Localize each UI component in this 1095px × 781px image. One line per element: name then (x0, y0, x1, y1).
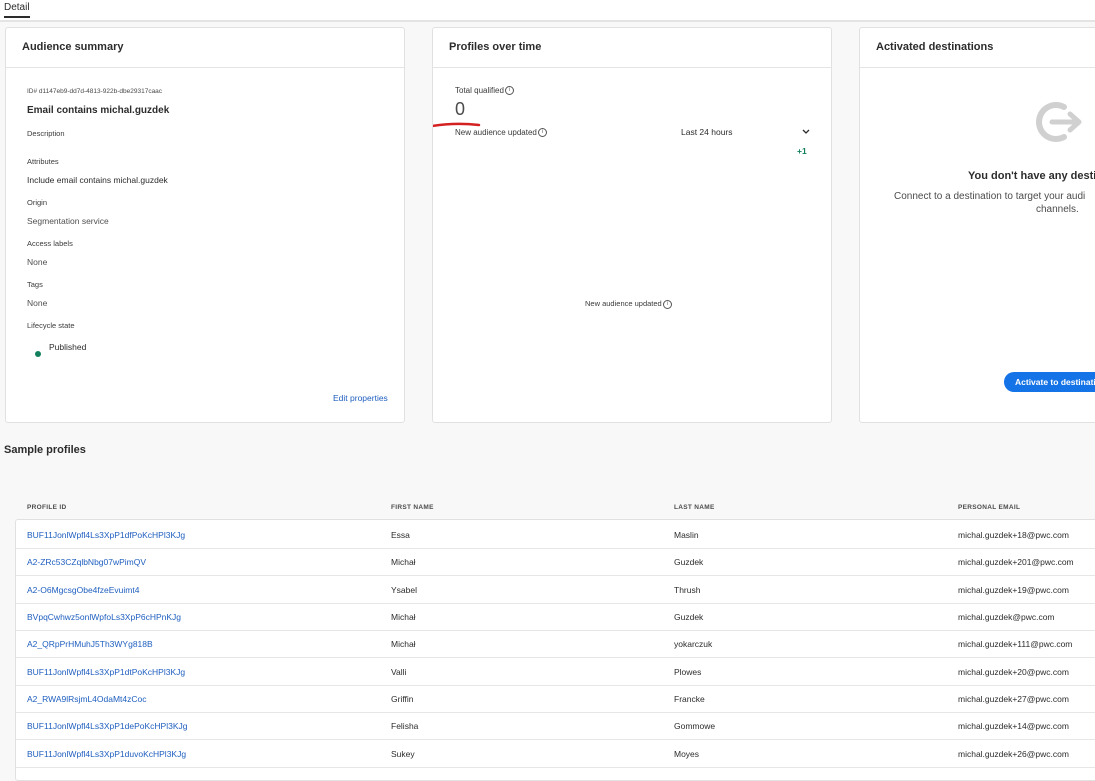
attributes-value: Include email contains michal.guzdek (27, 175, 168, 185)
email-cell: michal.guzdek+26@pwc.com (958, 749, 1069, 759)
email-cell: michal.guzdek+201@pwc.com (958, 557, 1074, 567)
activated-destinations-card: Activated destinations You don't have an… (859, 27, 1095, 423)
table-row: BUF11JonlWpfl4Ls3XpP1dfPoKcHPl3KJg Essa … (16, 521, 1095, 549)
tags-label: Tags (27, 280, 43, 289)
email-cell: michal.guzdek+14@pwc.com (958, 721, 1069, 731)
audience-summary-title: Audience summary (6, 28, 404, 68)
audience-id: ID# d1147eb9-dd7d-4813-922b-dbe29317caac (27, 88, 163, 95)
time-range-dropdown[interactable]: Last 24 hours (681, 127, 810, 137)
total-qualified-text: Total qualified (455, 86, 504, 95)
table-row: A2-ZRc53CZqlbNbg07wPimQV Michał Guzdek m… (16, 548, 1095, 576)
last-name-cell: yokarczuk (674, 639, 713, 649)
table-row: A2_QRpPrHMuhJ5Th3WYg818B Michał yokarczu… (16, 630, 1095, 658)
origin-value: Segmentation service (27, 216, 109, 226)
profile-id-link[interactable]: A2-ZRc53CZqlbNbg07wPimQV (27, 557, 146, 567)
last-name-cell: Francke (674, 694, 705, 704)
table-row: BUF11JonlWpfl4Ls3XpP1dePoKcHPl3KJg Felis… (16, 712, 1095, 740)
column-header-profile-id[interactable]: PROFILE ID (27, 504, 66, 511)
sign-out-icon (1036, 102, 1082, 142)
email-cell: michal.guzdek+20@pwc.com (958, 667, 1069, 677)
first-name-cell: Michał (391, 557, 416, 567)
new-audience-updated-text: New audience updated (455, 128, 537, 137)
email-cell: michal.guzdek@pwc.com (958, 612, 1055, 622)
profiles-over-time-title: Profiles over time (433, 28, 831, 68)
profiles-over-time-card: Profiles over time Total qualified i 0 Ne… (432, 27, 832, 423)
table-row: BUF11JonlWpfl4Ls3XpP1dtPoKcHPl3KJg Valli… (16, 658, 1095, 686)
activate-to-destination-button[interactable]: Activate to destinatio (1004, 372, 1095, 392)
column-header-last-name[interactable]: LAST NAME (674, 504, 715, 511)
new-audience-updated-label: New audience updated i (455, 128, 547, 138)
time-range-value: Last 24 hours (681, 127, 733, 137)
empty-state-title: You don't have any destin (968, 170, 1095, 182)
info-icon[interactable]: i (537, 128, 547, 138)
table-row: A2_RWA9lRsjmL4OdaMt4zCoc Griffin Francke… (16, 685, 1095, 713)
last-name-cell: Gommowe (674, 721, 716, 731)
first-name-cell: Michał (391, 612, 416, 622)
last-name-cell: Guzdek (674, 557, 704, 567)
table-row: A2-O6MgcsgObe4fzeEvuimt4 Ysabel Thrush m… (16, 576, 1095, 604)
origin-label: Origin (27, 198, 48, 207)
audience-summary-card: Audience summary ID# d1147eb9-dd7d-4813-… (5, 27, 405, 423)
access-labels-value: None (27, 257, 48, 267)
last-name-cell: Plowes (674, 667, 702, 677)
email-cell: michal.guzdek+27@pwc.com (958, 694, 1069, 704)
lifecycle-value: Published (49, 342, 87, 352)
last-name-cell: Maslin (674, 530, 699, 540)
total-qualified-value: 0 (455, 99, 466, 119)
first-name-cell: Valli (391, 667, 407, 677)
attributes-label: Attributes (27, 157, 59, 166)
profile-id-link[interactable]: BUF11JonlWpfl4Ls3XpP1dtPoKcHPl3KJg (27, 667, 185, 677)
first-name-cell: Ysabel (391, 585, 417, 595)
edit-properties-link[interactable]: Edit properties (333, 393, 388, 403)
first-name-cell: Sukey (391, 749, 415, 759)
profile-id-link[interactable]: A2-O6MgcsgObe4fzeEvuimt4 (27, 585, 139, 595)
last-name-cell: Guzdek (674, 612, 704, 622)
info-icon[interactable]: i (504, 86, 514, 96)
empty-state-text-2: channels. (1036, 204, 1079, 215)
profile-id-link[interactable]: BUF11JonlWpfl4Ls3XpP1duvoKcHPl3KJg (27, 749, 186, 759)
table-row: BVpqCwhwz5onlWpfoLs3XpP6cHPnKJg Michał G… (16, 603, 1095, 631)
chart-caption: New audience updated i (585, 299, 672, 309)
email-cell: michal.guzdek+19@pwc.com (958, 585, 1069, 595)
chart-caption-text: New audience updated (585, 299, 662, 308)
status-dot (35, 344, 41, 362)
access-labels-label: Access labels (27, 239, 73, 248)
sample-profiles-table: BUF11JonlWpfl4Ls3XpP1dfPoKcHPl3KJg Essa … (15, 519, 1095, 781)
info-icon[interactable]: i (662, 299, 672, 309)
total-qualified-label: Total qualified i (455, 86, 514, 96)
tab-detail[interactable]: Detail (4, 2, 30, 18)
profile-id-link[interactable]: BVpqCwhwz5onlWpfoLs3XpP6cHPnKJg (27, 612, 181, 622)
column-header-personal-email[interactable]: PERSONAL EMAIL (958, 504, 1020, 511)
tags-value: None (27, 298, 48, 308)
activated-destinations-title: Activated destinations (860, 28, 1095, 68)
empty-state-text-1: Connect to a destination to target your … (894, 191, 1086, 202)
profile-id-link[interactable]: A2_QRpPrHMuhJ5Th3WYg818B (27, 639, 153, 649)
audience-name: Email contains michal.guzdek (27, 105, 170, 116)
first-name-cell: Griffin (391, 694, 414, 704)
first-name-cell: Michał (391, 639, 416, 649)
last-name-cell: Thrush (674, 585, 701, 595)
chevron-down-icon (802, 129, 810, 134)
profile-id-link[interactable]: BUF11JonlWpfl4Ls3XpP1dfPoKcHPl3KJg (27, 530, 185, 540)
email-cell: michal.guzdek+111@pwc.com (958, 639, 1073, 649)
description-label: Description (27, 129, 65, 138)
table-row: BUF11JonlWpfl4Ls3XpP1duvoKcHPl3KJg Sukey… (16, 740, 1095, 768)
sample-profiles-title: Sample profiles (4, 444, 86, 456)
first-name-cell: Felisha (391, 721, 419, 731)
lifecycle-label: Lifecycle state (27, 321, 75, 330)
profile-id-link[interactable]: A2_RWA9lRsjmL4OdaMt4zCoc (27, 694, 147, 704)
column-header-first-name[interactable]: FIRST NAME (391, 504, 434, 511)
published-dot (35, 351, 41, 357)
delta-count: +1 (797, 146, 807, 156)
last-name-cell: Moyes (674, 749, 700, 759)
profile-id-link[interactable]: BUF11JonlWpfl4Ls3XpP1dePoKcHPl3KJg (27, 721, 187, 731)
first-name-cell: Essa (391, 530, 410, 540)
email-cell: michal.guzdek+18@pwc.com (958, 530, 1069, 540)
tab-bar: Detail (0, 0, 1095, 22)
